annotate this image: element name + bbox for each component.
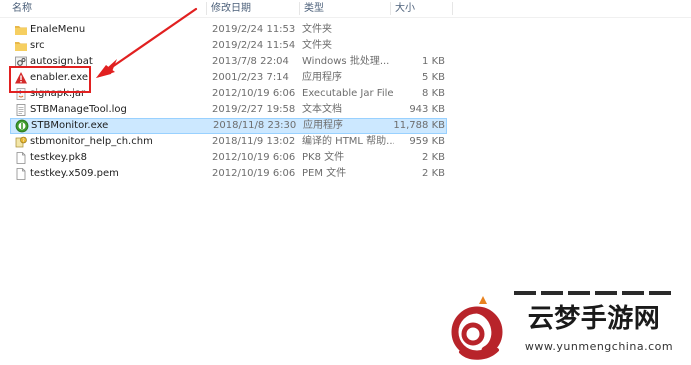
watermark: 云梦手游网 www.yunmengchina.com bbox=[441, 290, 691, 365]
watermark-logo-icon bbox=[451, 296, 503, 360]
watermark-title: 云梦手游网 bbox=[527, 304, 661, 334]
watermark-url: www.yunmengchina.com bbox=[524, 340, 674, 353]
watermark-decoration bbox=[514, 291, 671, 295]
